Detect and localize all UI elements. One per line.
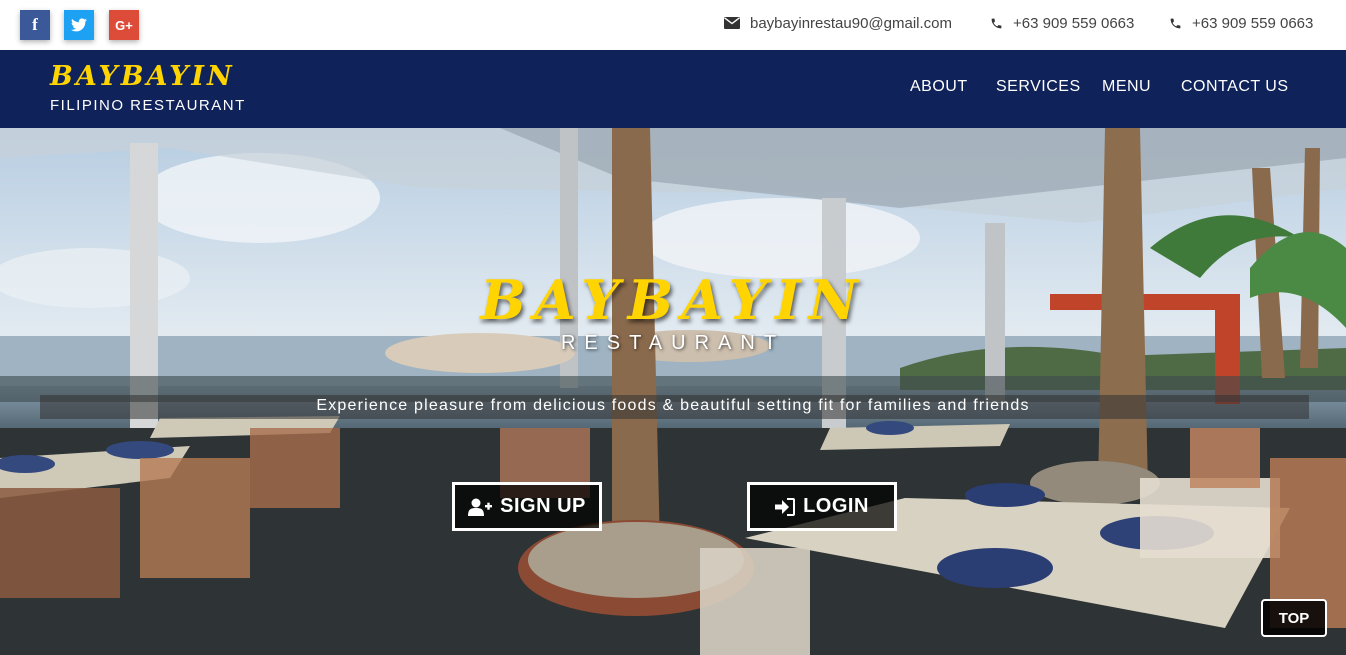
phone-icon	[991, 18, 1002, 28]
user-plus-icon	[468, 498, 493, 516]
brand-logo-title[interactable]: BAYBAYIN	[50, 61, 235, 92]
email-text: baybayinrestau90@gmail.com	[750, 14, 952, 32]
contact-email[interactable]: baybayinrestau90@gmail.com	[724, 13, 952, 33]
nav-link-menu[interactable]: MENU	[1102, 78, 1151, 96]
hero-title: BAYBAYIN	[480, 268, 866, 332]
nav-link-contact-us[interactable]: CONTACT US	[1181, 78, 1289, 96]
nav-link-services[interactable]: SERVICES	[996, 78, 1081, 96]
back-to-top-button[interactable]: TOP	[1261, 599, 1327, 637]
phone-icon	[1170, 18, 1181, 28]
google-plus-icon[interactable]: G+	[109, 10, 139, 40]
contact-phone-1[interactable]: +63 909 559 0663	[990, 13, 1134, 33]
hero-background-image	[0, 128, 1346, 655]
hero-section: BAYBAYIN RESTAURANT Experience pleasure …	[0, 128, 1346, 655]
main-navbar: BAYBAYIN FILIPINO RESTAURANT ABOUT SERVI…	[0, 50, 1346, 128]
top-bar: f G+ baybayinrestau90@gmail.com +63 909 …	[0, 0, 1346, 50]
nav-link-about[interactable]: ABOUT	[910, 78, 968, 96]
login-label: LOGIN	[803, 495, 869, 517]
login-button[interactable]: LOGIN	[747, 482, 897, 531]
envelope-icon	[724, 17, 740, 29]
phone-text-1: +63 909 559 0663	[1013, 14, 1135, 32]
twitter-icon[interactable]	[64, 10, 94, 40]
phone-text-2: +63 909 559 0663	[1192, 14, 1314, 32]
sign-up-label: SIGN UP	[500, 495, 586, 517]
hero-tagline: Experience pleasure from delicious foods…	[316, 397, 1030, 414]
contact-phone-2[interactable]: +63 909 559 0663	[1169, 13, 1313, 33]
facebook-icon[interactable]: f	[20, 10, 50, 40]
hero-subtitle: RESTAURANT	[560, 332, 786, 354]
sign-in-icon	[775, 497, 796, 516]
sign-up-button[interactable]: SIGN UP	[452, 482, 602, 531]
brand-subtitle[interactable]: FILIPINO RESTAURANT	[50, 97, 246, 114]
